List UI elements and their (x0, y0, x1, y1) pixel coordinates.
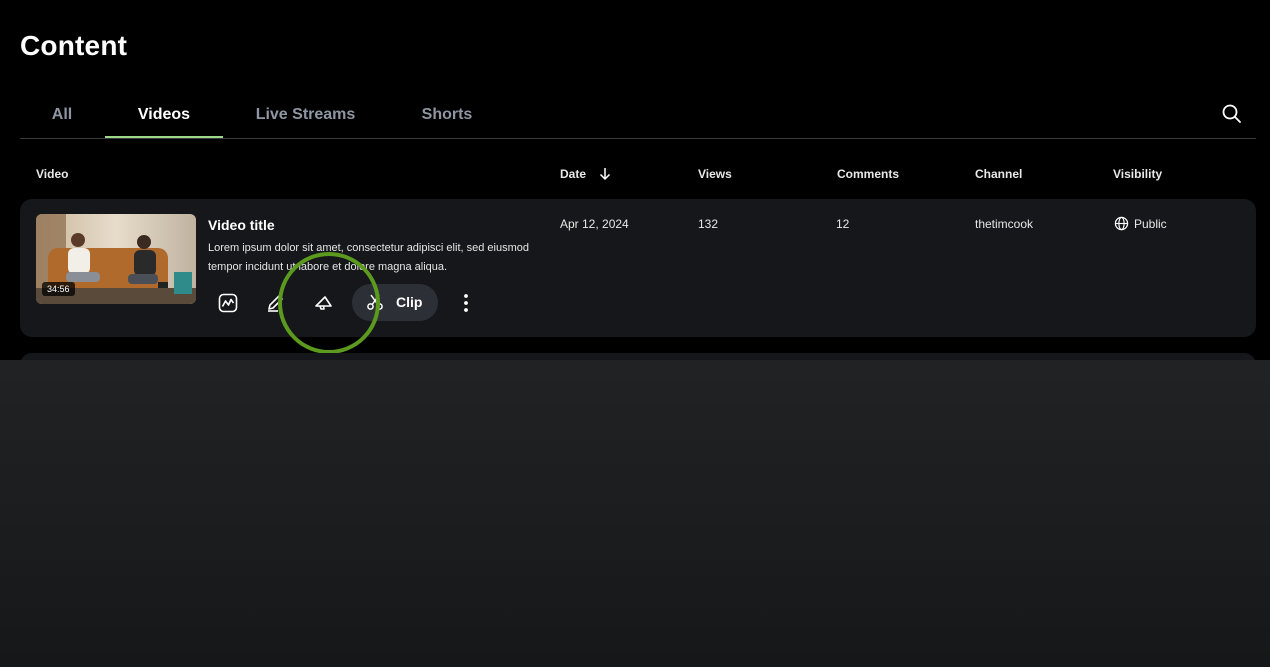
column-header-video: Video (36, 167, 69, 181)
column-header-channel: Channel (975, 167, 1023, 181)
video-date: Apr 12, 2024 (560, 217, 629, 231)
analytics-button[interactable] (216, 291, 240, 315)
search-button[interactable] (1220, 102, 1244, 126)
content-tabs: All Videos Live Streams Shorts (20, 96, 1256, 139)
clip-button-label: Clip (396, 294, 423, 310)
table-row: 34:56 Video title Lorem ipsum dolor sit … (20, 199, 1256, 337)
page-title: Content (20, 30, 128, 61)
analytics-icon (218, 293, 238, 313)
globe-icon (1114, 216, 1129, 231)
column-header-views: Views (698, 167, 732, 181)
promote-button[interactable] (312, 291, 336, 315)
video-channel[interactable]: thetimcook (975, 217, 1033, 231)
more-vertical-icon (464, 294, 468, 312)
more-options-button[interactable] (454, 291, 478, 315)
video-visibility[interactable]: Public (1134, 217, 1167, 231)
search-icon (1222, 104, 1241, 123)
tab-all[interactable]: All (42, 106, 82, 138)
tab-live-streams[interactable]: Live Streams (248, 106, 363, 138)
edit-icon (268, 295, 283, 312)
column-header-date-label: Date (560, 167, 587, 181)
tab-shorts[interactable]: Shorts (413, 106, 481, 138)
video-duration: 34:56 (42, 282, 75, 296)
video-comments: 12 (836, 217, 850, 231)
video-description: Lorem ipsum dolor sit amet, consectetur … (208, 242, 529, 273)
clip-button[interactable]: Clip (352, 284, 438, 321)
tab-videos[interactable]: Videos (105, 106, 223, 138)
blurred-background-overlay (0, 360, 1270, 667)
video-title[interactable]: Video title (208, 217, 275, 233)
sort-down-arrow-icon[interactable] (599, 167, 611, 181)
column-header-date[interactable]: Date (560, 167, 611, 181)
edit-button[interactable] (264, 291, 288, 315)
scissors-icon (367, 294, 383, 310)
video-thumbnail[interactable]: 34:56 (36, 214, 196, 304)
video-views: 132 (698, 217, 719, 231)
promote-megaphone-icon (315, 296, 332, 310)
column-header-visibility: Visibility (1113, 167, 1163, 181)
column-header-comments: Comments (837, 167, 900, 181)
